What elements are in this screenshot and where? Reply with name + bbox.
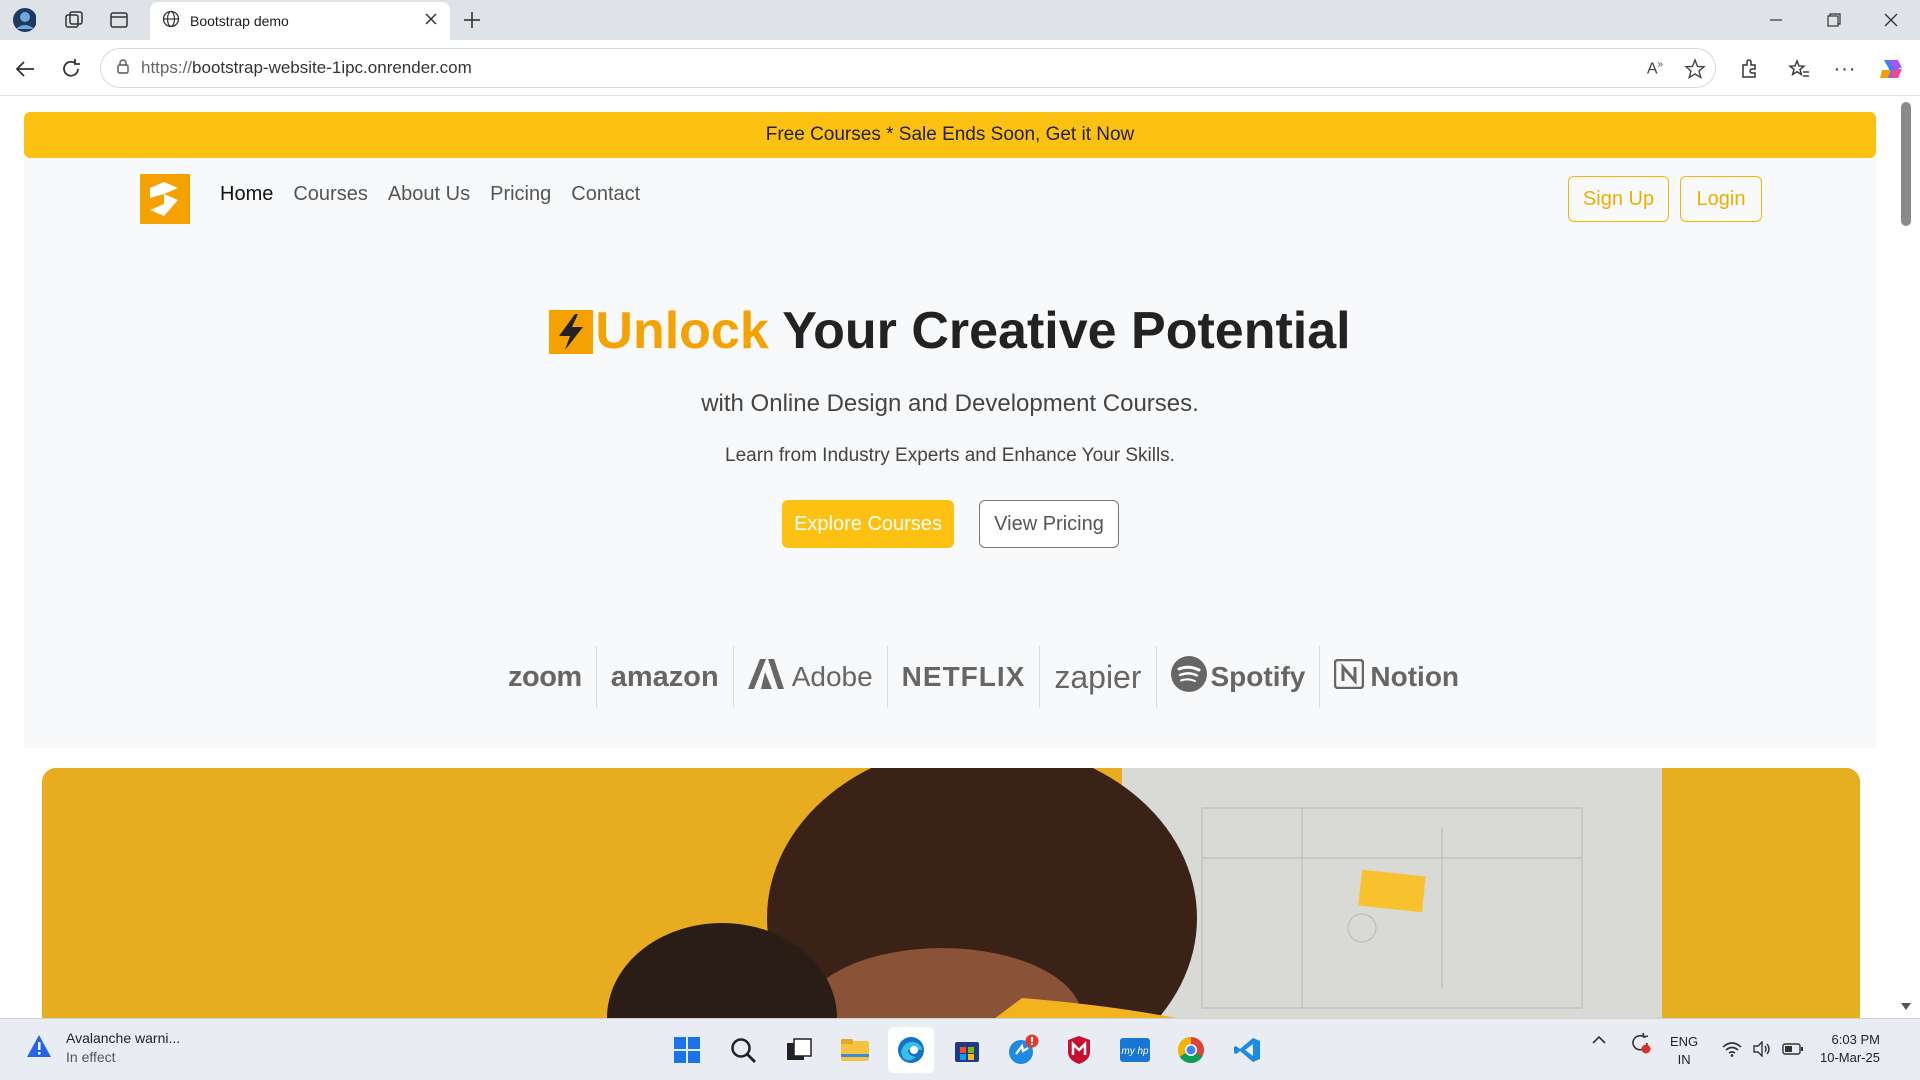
alert-subtitle: In effect [66, 1049, 116, 1065]
start-icon[interactable] [664, 1027, 710, 1073]
brand-logos-row: zoom amazon Adobe NETFLIX zapier Spotify… [494, 646, 1473, 708]
favorite-star-icon[interactable] [1682, 56, 1708, 82]
profile-avatar-icon[interactable] [12, 8, 36, 32]
lightning-bolt-icon [549, 307, 594, 354]
page-viewport: Free Courses * Sale Ends Soon, Get it No… [0, 96, 1920, 1018]
hero-section: Home Courses About Us Pricing Contact Si… [24, 158, 1876, 748]
support-app-icon[interactable] [1000, 1027, 1046, 1073]
mcafee-icon[interactable] [1056, 1027, 1102, 1073]
site-info-icon[interactable] [115, 58, 131, 79]
search-icon[interactable] [720, 1027, 766, 1073]
clock-time: 6:03 PM [1831, 1032, 1880, 1047]
brand-logo-netflix: NETFLIX [888, 646, 1041, 708]
close-window-icon[interactable] [1879, 8, 1903, 32]
clock-date: 10-Mar-25 [1820, 1050, 1880, 1065]
promo-banner[interactable]: Free Courses * Sale Ends Soon, Get it No… [24, 112, 1876, 158]
edge-browser-icon[interactable] [888, 1027, 934, 1073]
hero-subtitle: with Online Design and Development Cours… [701, 390, 1199, 417]
alert-title: Avalanche warni... [66, 1030, 181, 1046]
clock[interactable]: 6:03 PM 10-Mar-25 [1820, 1031, 1880, 1067]
nav-about-us[interactable]: About Us [388, 183, 470, 206]
notion-icon [1334, 658, 1365, 696]
hero-title-rest: Your Creative Potential [768, 302, 1351, 360]
globe-icon [162, 10, 180, 33]
login-button[interactable]: Login [1680, 176, 1762, 222]
nav-courses[interactable]: Courses [293, 183, 367, 206]
brand-logo-adobe: Adobe [734, 646, 888, 708]
scrollbar-thumb[interactable] [1901, 102, 1911, 226]
myhp-icon[interactable]: my hp [1112, 1027, 1158, 1073]
brand-logo-spotify: Spotify [1157, 646, 1321, 708]
tab-title: Bootstrap demo [190, 13, 289, 29]
warning-icon [26, 1034, 52, 1063]
microsoft-store-icon[interactable] [944, 1027, 990, 1073]
spotify-icon [1170, 655, 1207, 699]
url-input[interactable]: https://bootstrap-website-1ipc.onrender.… [100, 48, 1716, 88]
windows-taskbar: Avalanche warni... In effect my hp ENG I… [0, 1018, 1920, 1080]
wifi-icon [1722, 1041, 1742, 1062]
hero-title: Unlock Your Creative Potential [24, 301, 1876, 361]
browser-tab-bar: Bootstrap demo [0, 0, 1920, 40]
browser-tab-active[interactable]: Bootstrap demo [150, 2, 450, 40]
site-logo-icon[interactable] [140, 174, 190, 224]
new-tab-icon[interactable] [460, 8, 484, 32]
main-nav: Home Courses About Us Pricing Contact [220, 183, 640, 206]
vscode-icon[interactable] [1224, 1027, 1270, 1073]
brand-logo-notion: Notion [1320, 646, 1473, 708]
weather-alert-widget[interactable]: Avalanche warni... In effect [26, 1029, 180, 1067]
restore-icon[interactable] [1822, 8, 1846, 32]
url-text: https://bootstrap-website-1ipc.onrender.… [141, 58, 472, 77]
brand-logo-amazon: amazon [597, 646, 734, 708]
file-explorer-icon[interactable] [832, 1027, 878, 1073]
task-view-icon[interactable] [776, 1027, 822, 1073]
language-indicator[interactable]: ENG IN [1670, 1033, 1698, 1069]
show-hidden-icons-icon[interactable] [1590, 1031, 1608, 1049]
brand-logo-zapier: zapier [1040, 646, 1157, 708]
explore-courses-button[interactable]: Explore Courses [782, 500, 954, 548]
address-toolbar: https://bootstrap-website-1ipc.onrender.… [0, 40, 1920, 96]
extensions-icon[interactable] [1736, 56, 1762, 82]
chrome-icon[interactable] [1168, 1027, 1214, 1073]
taskbar-apps: my hp [664, 1027, 1270, 1073]
region-code: IN [1677, 1052, 1691, 1067]
promo-banner-text: Free Courses * Sale Ends Soon, Get it No… [765, 124, 1135, 145]
battery-icon [1782, 1042, 1804, 1061]
copilot-icon[interactable] [1878, 56, 1904, 82]
close-tab-icon[interactable] [424, 12, 438, 31]
sync-alert-icon[interactable] [1628, 1031, 1652, 1055]
read-aloud-icon[interactable]: A» [1642, 56, 1668, 82]
favorites-icon[interactable] [1786, 56, 1812, 82]
tab-actions-icon[interactable] [107, 8, 131, 32]
page-scrollbar[interactable] [1896, 96, 1916, 1018]
hero-photo [42, 768, 1860, 1018]
nav-contact[interactable]: Contact [571, 183, 640, 206]
back-icon[interactable] [12, 56, 38, 82]
brand-logo-zoom: zoom [494, 646, 597, 708]
view-pricing-button[interactable]: View Pricing [979, 500, 1119, 548]
more-options-icon[interactable]: ··· [1832, 56, 1858, 82]
nav-home[interactable]: Home [220, 183, 273, 206]
workspaces-icon[interactable] [62, 8, 86, 32]
svg-text:my hp: my hp [1121, 1046, 1149, 1057]
language-code: ENG [1670, 1034, 1699, 1049]
nav-pricing[interactable]: Pricing [490, 183, 551, 206]
volume-icon [1752, 1040, 1772, 1062]
hero-title-accent: Unlock [595, 302, 769, 360]
refresh-icon[interactable] [58, 56, 84, 82]
system-tray-icons[interactable] [1722, 1040, 1804, 1062]
adobe-icon [747, 658, 784, 696]
signup-button[interactable]: Sign Up [1568, 176, 1669, 222]
hero-tagline: Learn from Industry Experts and Enhance … [725, 445, 1175, 466]
minimize-icon[interactable] [1764, 8, 1788, 32]
